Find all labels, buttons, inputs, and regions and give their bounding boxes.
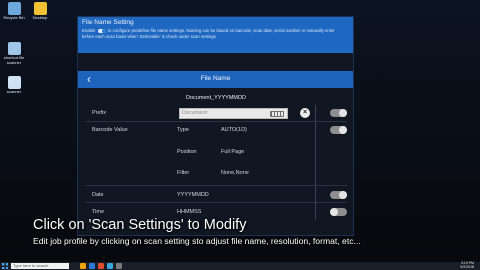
taskbar-search-input[interactable]: Type here to search xyxy=(11,263,69,269)
prefix-label: Prefix xyxy=(92,110,107,116)
divider xyxy=(315,105,316,122)
taskbar-app-edge-icon[interactable] xyxy=(89,263,95,269)
caption-title: Click on 'Scan Settings' to Modify xyxy=(33,217,247,233)
date-format-value[interactable]: YYYYMMDD xyxy=(177,192,209,198)
date-label: Date xyxy=(92,192,104,198)
barcode-filter-value[interactable]: None,None xyxy=(221,170,249,176)
taskbar-app-store-icon[interactable] xyxy=(107,263,113,269)
divider xyxy=(315,122,316,186)
desktop-icon-recycle-bin[interactable]: Recycle Bin xyxy=(1,2,27,21)
prefix-toggle[interactable] xyxy=(330,109,347,117)
recycle-bin-icon xyxy=(7,2,21,15)
desktop-icon-scanner[interactable]: scanner xyxy=(1,76,27,95)
nav-title: File Name xyxy=(200,75,231,82)
folder-icon xyxy=(33,2,47,15)
barcode-toggle[interactable] xyxy=(330,126,347,134)
taskbar-app-explorer-icon[interactable] xyxy=(80,263,86,269)
barcode-label: Barcode Value xyxy=(92,127,128,133)
shortcut-file-icon xyxy=(7,42,21,55)
file-name-setting-dialog: File Name Setting Enable to configure pr… xyxy=(77,16,354,236)
desktop-icon-shortcut[interactable]: shortcut file scanner xyxy=(1,42,27,65)
time-label: Time xyxy=(92,209,105,215)
barcode-type-label: Type xyxy=(177,127,189,133)
scanner-app-icon xyxy=(7,76,21,89)
keyboard-icon[interactable] xyxy=(270,111,284,117)
taskbar: Type here to search 3:19 PM 5/2/2018 xyxy=(0,261,480,270)
barcode-position-label: Position xyxy=(177,149,197,155)
taskbar-app-office-icon[interactable] xyxy=(98,263,104,269)
prefix-input[interactable]: Document xyxy=(179,108,288,119)
file-name-navbar: ‹ File Name xyxy=(78,71,353,88)
clear-prefix-button[interactable]: × xyxy=(300,108,310,118)
desktop-icon-folder[interactable]: Desktop xyxy=(27,2,53,21)
divider xyxy=(315,186,316,203)
dialog-header: File Name Setting Enable to configure pr… xyxy=(78,17,353,53)
caption-subtitle: Edit job profile by clicking on scan set… xyxy=(33,236,361,246)
inline-toggle-icon xyxy=(97,28,106,33)
date-toggle[interactable] xyxy=(330,191,347,199)
dialog-description: Enable to configure predefine file name … xyxy=(82,28,335,39)
barcode-filter-label: Filter xyxy=(177,170,190,176)
dialog-title: File Name Setting xyxy=(82,19,134,26)
windows-start-icon[interactable] xyxy=(2,263,8,269)
barcode-row: Barcode Value Type AUTO(1D) Position Ful… xyxy=(85,122,347,186)
filename-template-row: Document_YYYYMMDD xyxy=(85,91,347,105)
taskbar-app-scanner-icon[interactable] xyxy=(116,263,122,269)
prefix-row: Prefix Document × xyxy=(85,105,347,122)
divider xyxy=(315,203,316,220)
barcode-type-value[interactable]: AUTO(1D) xyxy=(221,127,247,133)
date-row: Date YYYYMMDD xyxy=(85,186,347,203)
time-format-value[interactable]: HHMMSS xyxy=(177,209,201,215)
barcode-position-value[interactable]: Full Page xyxy=(221,149,244,155)
time-toggle[interactable] xyxy=(330,208,347,216)
filename-template: Document_YYYYMMDD xyxy=(186,95,246,101)
taskbar-clock[interactable]: 3:19 PM 5/2/2018 xyxy=(460,261,474,270)
